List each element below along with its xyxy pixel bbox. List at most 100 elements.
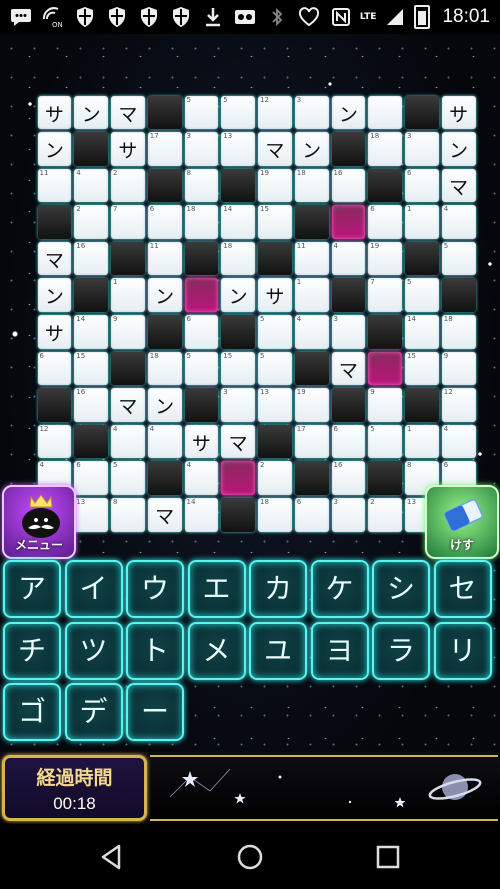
board-cell[interactable]: 15 bbox=[74, 351, 108, 386]
board-cell[interactable]: 4 bbox=[331, 241, 366, 276]
board-cell[interactable]: 19 bbox=[368, 241, 402, 276]
key-ラ[interactable]: ラ bbox=[372, 621, 430, 680]
board-cell[interactable]: 4 bbox=[294, 315, 329, 349]
board-cell[interactable]: 13 bbox=[258, 388, 292, 422]
board-cell[interactable]: 1 bbox=[405, 424, 439, 459]
board-cell[interactable]: 15 bbox=[258, 205, 292, 239]
board-cell[interactable]: 7 bbox=[368, 278, 402, 313]
board-cell[interactable]: サ bbox=[258, 278, 292, 313]
board-cell[interactable]: 2 bbox=[111, 168, 145, 203]
board-cell[interactable]: 9 bbox=[441, 351, 476, 386]
board-cell[interactable]: 7 bbox=[111, 205, 145, 239]
key-エ[interactable]: エ bbox=[187, 560, 246, 618]
board-cell[interactable]: マ bbox=[221, 424, 255, 459]
board-cell-selected[interactable]: 10 bbox=[331, 205, 366, 239]
board-cell[interactable]: 9 bbox=[368, 388, 402, 422]
recents-icon[interactable] bbox=[373, 842, 403, 872]
menu-button[interactable]: メニュー bbox=[2, 485, 76, 559]
board-cell[interactable]: 5 bbox=[184, 351, 219, 386]
board-cell[interactable]: 18 bbox=[221, 241, 255, 276]
erase-button[interactable]: けす bbox=[425, 485, 499, 559]
board-cell[interactable]: 5 bbox=[258, 351, 292, 386]
board-cell[interactable]: 2 bbox=[258, 461, 292, 496]
board-cell[interactable]: ン bbox=[294, 132, 329, 166]
board-cell[interactable]: 4 bbox=[441, 424, 476, 459]
board-cell[interactable]: 2 bbox=[74, 205, 108, 239]
key-ヨ[interactable]: ヨ bbox=[310, 621, 369, 680]
board-cell[interactable]: 6 bbox=[368, 205, 402, 239]
board-cell[interactable]: 18 bbox=[294, 168, 329, 203]
board-cell[interactable]: 16 bbox=[331, 461, 366, 496]
board-cell[interactable]: 11 bbox=[294, 241, 329, 276]
board-cell[interactable]: サ bbox=[441, 95, 476, 130]
board-cell[interactable]: 12 bbox=[37, 424, 72, 459]
board-cell[interactable]: 6 bbox=[405, 168, 439, 203]
board-cell[interactable]: 18 bbox=[147, 351, 182, 386]
key-ケ[interactable]: ケ bbox=[310, 560, 369, 618]
board-cell[interactable]: 18 bbox=[368, 132, 402, 166]
board-cell[interactable]: マ bbox=[331, 351, 366, 386]
key-カ[interactable]: カ bbox=[249, 560, 307, 618]
board-cell[interactable]: 12 bbox=[258, 95, 292, 130]
board-cell[interactable]: 5 bbox=[368, 424, 402, 459]
board-cell[interactable]: 6 bbox=[294, 498, 329, 532]
key-リ[interactable]: リ bbox=[433, 621, 492, 680]
board-cell[interactable]: 18 bbox=[184, 205, 219, 239]
board-cell[interactable]: 19 bbox=[258, 168, 292, 203]
key-メ[interactable]: メ bbox=[187, 621, 246, 680]
board-cell[interactable]: 17 bbox=[147, 132, 182, 166]
key-ー[interactable]: ー bbox=[126, 683, 184, 741]
board-cell[interactable]: 14 bbox=[405, 315, 439, 349]
key-イ[interactable]: イ bbox=[64, 560, 123, 618]
board-cell[interactable]: 16 bbox=[74, 241, 108, 276]
board-cell[interactable]: マ bbox=[111, 388, 145, 422]
board-cell[interactable]: 4 bbox=[111, 424, 145, 459]
home-icon[interactable] bbox=[235, 842, 265, 872]
board-cell[interactable]: 14 bbox=[221, 205, 255, 239]
board-cell[interactable]: 11 bbox=[37, 168, 72, 203]
key-セ[interactable]: セ bbox=[433, 560, 492, 618]
board-cell[interactable]: 3 bbox=[294, 95, 329, 130]
board-cell[interactable]: マ bbox=[441, 168, 476, 203]
key-ユ[interactable]: ユ bbox=[249, 621, 307, 680]
board-cell[interactable]: 3 bbox=[405, 132, 439, 166]
board-cell[interactable]: マ bbox=[111, 95, 145, 130]
board-cell-selected[interactable]: 10 bbox=[221, 461, 255, 496]
board-cell[interactable]: 11 bbox=[147, 241, 182, 276]
board-cell[interactable]: 15 bbox=[405, 351, 439, 386]
board-cell[interactable]: 5 bbox=[111, 461, 145, 496]
board-cell[interactable]: 8 bbox=[111, 498, 145, 532]
board-cell[interactable]: 14 bbox=[184, 498, 219, 532]
board-cell[interactable]: ン bbox=[331, 95, 366, 130]
key-デ[interactable]: デ bbox=[64, 683, 123, 741]
board-cell[interactable]: 1 bbox=[294, 278, 329, 313]
board-cell[interactable]: マ bbox=[37, 241, 72, 276]
board-cell[interactable]: ン bbox=[147, 278, 182, 313]
board-cell[interactable]: 16 bbox=[331, 168, 366, 203]
board-cell[interactable]: 5 bbox=[258, 315, 292, 349]
board-cell[interactable]: 5 bbox=[441, 241, 476, 276]
board-cell[interactable]: 6 bbox=[37, 351, 72, 386]
key-ア[interactable]: ア bbox=[3, 560, 61, 618]
key-ウ[interactable]: ウ bbox=[126, 560, 184, 618]
board-cell[interactable]: サ bbox=[37, 315, 72, 349]
board-cell[interactable]: 19 bbox=[294, 388, 329, 422]
board-cell[interactable]: 2 bbox=[368, 498, 402, 532]
board-cell[interactable]: 8 bbox=[184, 168, 219, 203]
board-cell[interactable]: 4 bbox=[184, 461, 219, 496]
board-cell[interactable]: 4 bbox=[441, 205, 476, 239]
board-cell[interactable]: 13 bbox=[221, 132, 255, 166]
board-cell[interactable] bbox=[368, 95, 402, 130]
board-cell[interactable]: ン bbox=[37, 132, 72, 166]
board-cell[interactable]: 13 bbox=[74, 498, 108, 532]
board-cell[interactable]: 5 bbox=[221, 95, 255, 130]
board-cell[interactable]: 6 bbox=[184, 315, 219, 349]
board-cell[interactable]: 6 bbox=[147, 205, 182, 239]
board-cell[interactable]: 18 bbox=[258, 498, 292, 532]
board-cell[interactable]: ン bbox=[147, 388, 182, 422]
board-cell[interactable]: ン bbox=[74, 95, 108, 130]
board-cell[interactable]: 6 bbox=[331, 424, 366, 459]
board-cell[interactable]: 5 bbox=[184, 95, 219, 130]
board-cell[interactable]: ン bbox=[441, 132, 476, 166]
board-cell[interactable]: 16 bbox=[74, 388, 108, 422]
